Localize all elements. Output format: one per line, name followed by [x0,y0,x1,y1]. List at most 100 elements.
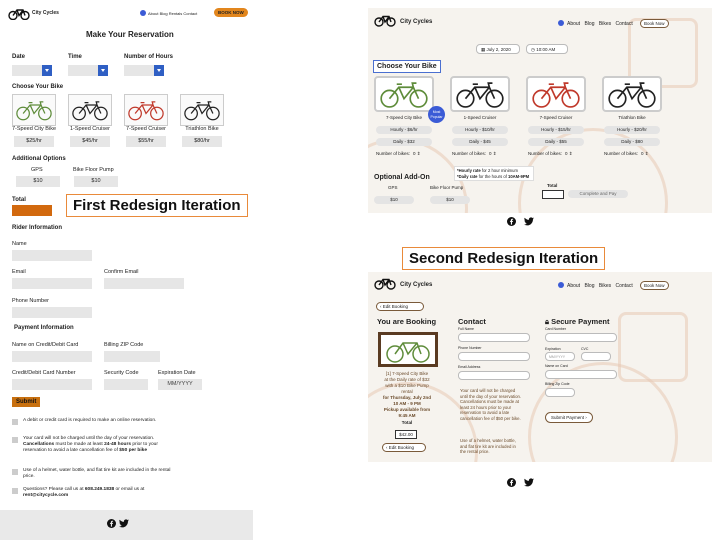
search-icon[interactable] [140,10,146,16]
phone-number-input[interactable] [458,352,530,361]
card-number-input[interactable] [12,379,92,390]
date-select[interactable] [12,65,52,76]
book-now-button[interactable]: Book Now [640,281,669,290]
bike-card-1[interactable] [68,94,112,126]
security-code-input[interactable] [104,379,148,390]
nav-contact[interactable]: Contact [616,21,633,27]
bike-daily-rate[interactable]: Daily - $55 [528,138,584,146]
option-pump-price[interactable]: $10 [430,196,470,204]
date-picker[interactable]: ▦ July 2, 2020 [476,44,520,54]
notice-checkbox-1[interactable] [12,419,18,425]
option-gps-price[interactable]: $10 [374,196,414,204]
stepper-icon[interactable]: ⇕ [416,151,421,156]
bike-hourly-rate[interactable]: Hourly - $20/hr [604,126,660,134]
name-input[interactable] [12,250,92,261]
bike-card-1[interactable] [450,76,510,112]
cvc-input[interactable] [581,352,611,361]
nav-blog[interactable]: Blog [160,11,168,16]
nav-blog[interactable]: Blog [584,283,594,289]
search-icon[interactable] [558,282,564,288]
zip-input[interactable] [104,351,160,362]
notice-checkbox-4[interactable] [12,488,18,494]
bike-card-2[interactable] [526,76,586,112]
bike-price[interactable]: $80/hr [182,136,222,147]
bike-hourly-rate[interactable]: Hourly - $6/hr [376,126,432,134]
facebook-icon[interactable] [507,478,516,487]
bicycle-logo-icon[interactable] [374,14,396,27]
stepper-icon[interactable]: ⇕ [644,151,649,156]
card-name-input[interactable] [12,351,92,362]
billing-zip-input[interactable] [545,388,575,397]
bike-card-3[interactable] [602,76,662,112]
bike-hourly-rate[interactable]: Hourly - $10/hr [452,126,508,134]
bicycle-logo-icon [8,9,30,21]
twitter-icon[interactable] [119,519,129,528]
nav-bikes[interactable]: Bikes [599,283,611,289]
nav-contact[interactable]: Contact [183,11,197,16]
bicycle-icon [72,101,108,121]
num-bikes-selector[interactable]: Number of bikes: 0 ⇕ [528,151,573,157]
submit-payment-button[interactable]: Submit Payment › [545,412,593,423]
bike-daily-rate[interactable]: Daily - $80 [604,138,660,146]
card-number-input[interactable] [545,333,617,342]
book-now-button[interactable]: BOOK NOW [214,8,248,17]
num-bikes-label: Number of bikes: [376,151,411,156]
nav-about[interactable]: About [148,11,158,16]
footer [0,510,253,540]
secure-payment-heading: 🔒︎ Secure Payment [545,317,610,326]
search-icon[interactable] [558,20,564,26]
option-pump-price[interactable]: $10 [74,176,118,187]
bike-card-0[interactable] [12,94,56,126]
twitter-icon[interactable] [524,217,534,226]
bike-hourly-rate[interactable]: Hourly - $15/hr [528,126,584,134]
nav-contact[interactable]: Contact [616,283,633,289]
bike-daily-rate[interactable]: Daily - $45 [452,138,508,146]
bike-price[interactable]: $55/hr [126,136,166,147]
option-gps-price[interactable]: $10 [16,176,60,187]
notice-checkbox-3[interactable] [12,469,18,475]
facebook-icon[interactable] [507,217,516,226]
booked-bike-image [378,332,438,367]
bike-daily-rate[interactable]: Daily - $32 [376,138,432,146]
email-input[interactable] [12,278,92,289]
brand-logo[interactable] [8,7,30,25]
bike-card-0[interactable] [374,76,434,112]
brand-name: City Cycles [400,19,433,25]
book-now-button[interactable]: Book Now [640,19,669,28]
num-bikes-selector[interactable]: Number of bikes: 0 ⇕ [452,151,497,157]
stepper-icon[interactable]: ⇕ [568,151,573,156]
confirm-email-input[interactable] [104,278,184,289]
edit-booking-button[interactable]: ‹ Edit Booking [376,302,424,311]
bike-name: 7-Speed Cruiser [539,115,573,120]
name-on-card-input[interactable] [545,370,617,379]
hours-select[interactable] [124,65,164,76]
card-notice: Your card will not be charged until the … [460,388,522,421]
submit-button[interactable]: Submit [12,397,41,407]
twitter-icon[interactable] [524,478,534,487]
bicycle-logo-icon[interactable] [374,277,396,290]
notice-checkbox-2[interactable] [12,437,18,443]
phone-input[interactable] [12,307,92,318]
nav-about[interactable]: About [567,283,580,289]
bike-price[interactable]: $25/hr [14,136,54,147]
time-select[interactable] [68,65,108,76]
complete-pay-button[interactable]: Complete and Pay [568,190,628,198]
nav-rentals[interactable]: Rentals [169,11,183,16]
email-address-input[interactable] [458,371,530,380]
expiration-input[interactable]: MM/YYYY [158,379,202,390]
expiration-input[interactable]: MM/YYYY [545,352,575,361]
full-name-input[interactable] [458,333,530,342]
time-picker[interactable]: ◷ 10:00 AM [526,44,568,54]
bike-card-3[interactable] [180,94,224,126]
num-bikes-selector[interactable]: Number of bikes: 0 ⇕ [376,151,421,157]
bike-card-2[interactable] [124,94,168,126]
num-bikes-selector[interactable]: Number of bikes: 0 ⇕ [604,151,649,157]
facebook-icon[interactable] [107,519,116,528]
stepper-icon[interactable]: ⇕ [492,151,497,156]
nav-bikes[interactable]: Bikes [599,21,611,27]
booking-summary: [1] 7-Speed City Bike at the Daily rate … [383,371,431,425]
edit-booking-button-bottom[interactable]: ‹ Edit Booking [382,443,426,452]
nav-blog[interactable]: Blog [584,21,594,27]
nav-about[interactable]: About [567,21,580,27]
bike-price[interactable]: $45/hr [70,136,110,147]
